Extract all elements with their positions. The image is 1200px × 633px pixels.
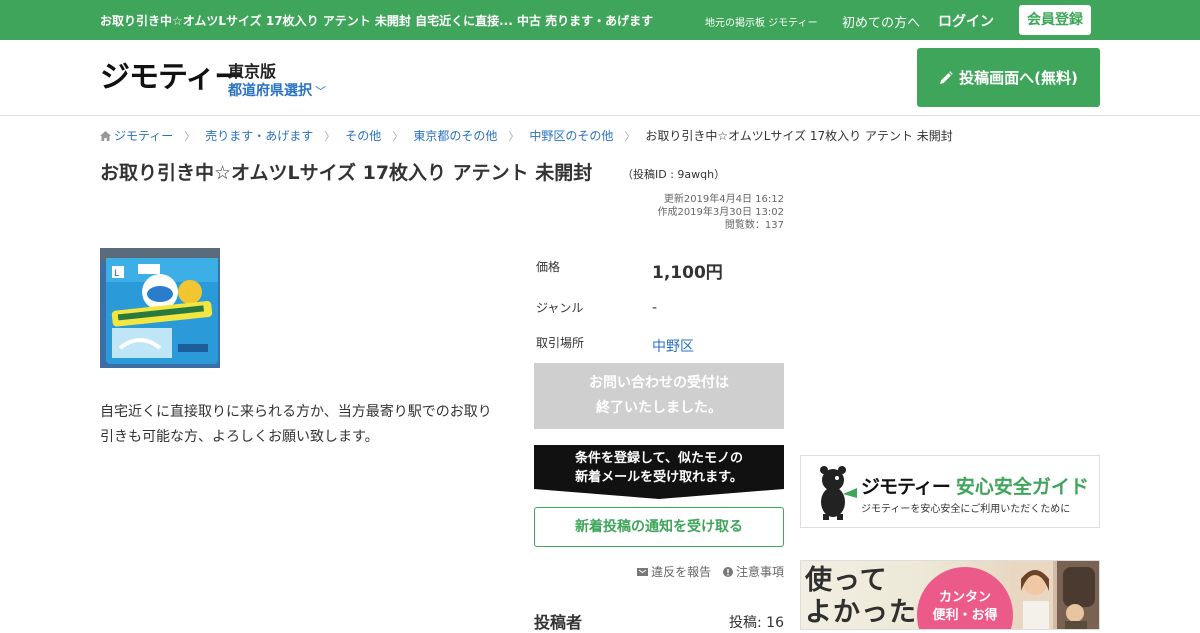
chevron-right-icon: 〉: [508, 129, 520, 143]
site-tagline-link[interactable]: 地元の掲示板 ジモティー: [705, 14, 818, 29]
home-icon: [100, 130, 111, 141]
promo-badge-line2: 便利・お得: [932, 608, 998, 623]
guide-subtitle: ジモティーを安心安全にご利用いただくために: [861, 504, 1071, 515]
inquiry-closed-button: お問い合わせの受付は 終了いたしました。: [534, 363, 784, 429]
safety-guide-banner[interactable]: ジモティー 安心安全ガイド ジモティーを安心安全にご利用いただくために: [800, 455, 1100, 528]
promo-headline-line1: 使って: [805, 565, 888, 596]
diaper-pack-image: L: [100, 248, 220, 368]
chevron-right-icon: 〉: [324, 129, 336, 143]
promo-banner[interactable]: 使って よかった カンタン 便利・お得: [800, 560, 1100, 630]
post-id: （投稿ID : 9awqh）: [622, 168, 726, 181]
top-bar-lead-text: お取り引き中☆オムツLサイズ 17枚入り アテント 未開封 自宅近くに直接...…: [100, 14, 654, 28]
listing-title: お取り引き中☆オムツLサイズ 17枚入り アテント 未開封: [100, 162, 593, 184]
breadcrumb-item-other[interactable]: その他: [345, 127, 381, 144]
top-bar: お取り引き中☆オムツLサイズ 17枚入り アテント 未開封 自宅近くに直接...…: [0, 0, 1200, 40]
site-header: ジモティー 東京版 都道府県選択 ﹀ 投稿画面へ(無料): [0, 40, 1200, 116]
first-time-link[interactable]: 初めての方へ: [842, 12, 920, 31]
created-date: 作成2019年3月30日 13:02: [657, 207, 784, 218]
inquiry-closed-line1: お問い合わせの受付は: [589, 375, 729, 391]
flag-icon: [637, 566, 649, 580]
banner-line1: 条件を登録して、似たモノの: [575, 451, 743, 466]
poster-heading: 投稿者: [534, 613, 583, 632]
guide-brand: ジモティー: [861, 476, 951, 498]
view-count: 閲覧数：137: [724, 220, 784, 231]
report-links: 違反を報告 注意事項: [534, 563, 784, 580]
promo-badge-line1: カンタン: [938, 590, 991, 605]
edition-label: 東京版: [228, 62, 277, 81]
listing-description: 自宅近くに直接取りに来られる方か、当方最寄り駅でのお取り引きも可能な方、よろしく…: [100, 404, 492, 445]
promo-headline: 使って よかった: [805, 565, 917, 629]
banner-text: 条件を登録して、似たモノの 新着メールを受け取れます。: [534, 449, 784, 487]
chevron-right-icon: 〉: [624, 129, 636, 143]
price-value: 1,100円: [652, 263, 723, 283]
report-violation-link[interactable]: 違反を報告: [651, 565, 711, 579]
updated-date: 更新2019年4月4日 16:12: [663, 194, 784, 205]
banner-line2: 新着メールを受け取れます。: [575, 470, 743, 485]
notify-new-posts-button[interactable]: 新着投稿の通知を受け取る: [534, 507, 784, 547]
price-label: 価格: [536, 260, 561, 274]
breadcrumb-item-home[interactable]: ジモティー: [114, 127, 173, 144]
chevron-right-icon: 〉: [184, 129, 196, 143]
breadcrumb-item-nakano-other[interactable]: 中野区のその他: [529, 127, 613, 144]
breadcrumb-item-tokyo-other[interactable]: 東京都のその他: [413, 127, 497, 144]
promo-badge: カンタン 便利・お得: [917, 567, 1013, 629]
breadcrumb-item-current: お取り引き中☆オムツLサイズ 17枚入り アテント 未開封: [645, 129, 953, 143]
login-link[interactable]: ログイン: [938, 11, 994, 31]
post-listing-label: 投稿画面へ(無料): [959, 69, 1078, 87]
promo-headline-line2: よかった: [805, 597, 917, 628]
genre-value: -: [652, 300, 658, 316]
pencil-icon: [940, 70, 953, 84]
breadcrumb: ジモティー 〉 売ります・あげます 〉 その他 〉 東京都のその他 〉 中野区の…: [100, 127, 953, 144]
info-icon: [722, 566, 733, 580]
guide-title: ジモティー 安心安全ガイド: [861, 472, 1089, 499]
notes-link[interactable]: 注意事項: [736, 565, 784, 579]
post-listing-button[interactable]: 投稿画面へ(無料): [917, 48, 1100, 107]
product-photo[interactable]: L: [100, 248, 220, 368]
guide-title-text: 安心安全ガイド: [955, 476, 1089, 498]
breadcrumb-item-sell[interactable]: 売ります・あげます: [205, 127, 313, 144]
place-link[interactable]: 中野区: [652, 336, 694, 356]
chevron-down-icon: ﹀: [315, 85, 326, 98]
listing-meta: 更新2019年4月4日 16:12 作成2019年3月30日 13:02 閲覧数…: [600, 193, 784, 232]
register-button[interactable]: 会員登録: [1019, 5, 1091, 35]
inquiry-closed-line2: 終了いたしました。: [596, 400, 722, 416]
prefecture-select-label: 都道府県選択: [228, 83, 312, 99]
saved-search-banner[interactable]: 条件を登録して、似たモノの 新着メールを受け取れます。: [534, 445, 784, 499]
poster-post-count: 投稿: 16: [729, 615, 784, 631]
svg-text:L: L: [114, 269, 119, 279]
mascot-icon: [820, 466, 857, 520]
genre-label: ジャンル: [536, 301, 584, 315]
site-logo[interactable]: ジモティー: [100, 61, 244, 95]
place-label: 取引場所: [536, 336, 585, 350]
promo-people-image: [1013, 561, 1099, 629]
prefecture-select[interactable]: 都道府県選択 ﹀: [228, 80, 326, 100]
chevron-right-icon: 〉: [392, 129, 404, 143]
